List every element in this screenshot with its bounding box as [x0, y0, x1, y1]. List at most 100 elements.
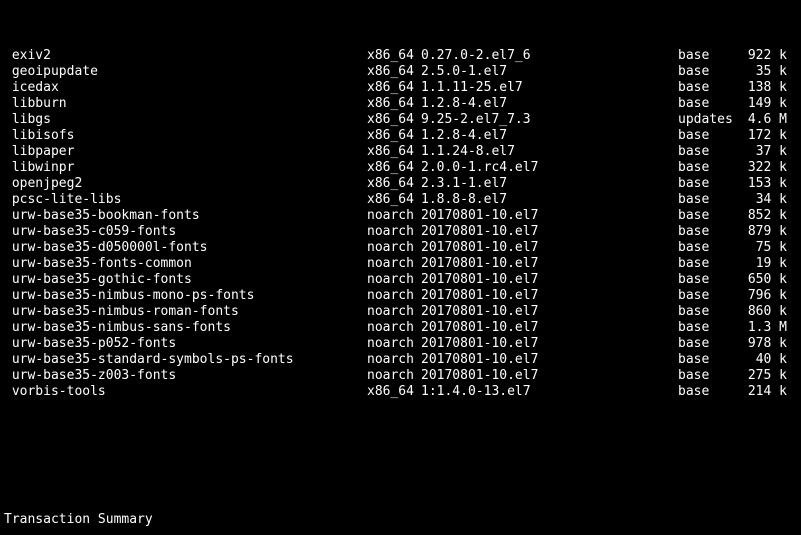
pkg-name: exiv2 — [4, 48, 367, 64]
table-row: icedaxx86_641.1.11-25.el7base138 k — [4, 80, 797, 96]
pkg-repo: base — [678, 224, 741, 240]
pkg-name: vorbis-tools — [4, 384, 367, 400]
pkg-size: 19 k — [741, 256, 787, 272]
pkg-arch: x86_64 — [367, 384, 421, 400]
pkg-size: 4.6 M — [741, 112, 787, 128]
table-row: libgsx86_649.25-2.el7_7.3updates4.6 M — [4, 112, 797, 128]
terminal-screen: exiv2x86_640.27.0-2.el7_6base922 k geoip… — [0, 0, 801, 535]
table-row: exiv2x86_640.27.0-2.el7_6base922 k — [4, 48, 797, 64]
pkg-name: libburn — [4, 96, 367, 112]
pkg-name: urw-base35-z003-fonts — [4, 368, 367, 384]
pkg-arch: x86_64 — [367, 96, 421, 112]
pkg-version: 20170801-10.el7 — [421, 224, 678, 240]
pkg-version: 20170801-10.el7 — [421, 368, 678, 384]
package-list: exiv2x86_640.27.0-2.el7_6base922 k geoip… — [4, 48, 797, 400]
pkg-size: 37 k — [741, 144, 787, 160]
table-row: urw-base35-c059-fontsnoarch20170801-10.e… — [4, 224, 797, 240]
pkg-name: urw-base35-c059-fonts — [4, 224, 367, 240]
table-row: urw-base35-nimbus-mono-ps-fontsnoarch201… — [4, 288, 797, 304]
pkg-name: libpaper — [4, 144, 367, 160]
pkg-version: 20170801-10.el7 — [421, 208, 678, 224]
pkg-name: urw-base35-fonts-common — [4, 256, 367, 272]
pkg-repo: updates — [678, 112, 741, 128]
table-row: libwinprx86_642.0.0-1.rc4.el7base322 k — [4, 160, 797, 176]
pkg-size: 275 k — [741, 368, 787, 384]
pkg-arch: noarch — [367, 240, 421, 256]
table-row: urw-base35-d050000l-fontsnoarch20170801-… — [4, 240, 797, 256]
table-row: vorbis-toolsx86_641:1.4.0-13.el7base214 … — [4, 384, 797, 400]
pkg-repo: base — [678, 304, 741, 320]
pkg-version: 20170801-10.el7 — [421, 288, 678, 304]
pkg-name: urw-base35-nimbus-mono-ps-fonts — [4, 288, 367, 304]
pkg-version: 2.5.0-1.el7 — [421, 64, 678, 80]
pkg-name: urw-base35-p052-fonts — [4, 336, 367, 352]
pkg-name: icedax — [4, 80, 367, 96]
pkg-name: geoipupdate — [4, 64, 367, 80]
table-row: urw-base35-z003-fontsnoarch20170801-10.e… — [4, 368, 797, 384]
pkg-repo: base — [678, 256, 741, 272]
table-row: urw-base35-nimbus-sans-fontsnoarch201708… — [4, 320, 797, 336]
pkg-arch: noarch — [367, 272, 421, 288]
pkg-size: 322 k — [741, 160, 787, 176]
pkg-arch: noarch — [367, 208, 421, 224]
pkg-version: 20170801-10.el7 — [421, 336, 678, 352]
pkg-size: 922 k — [741, 48, 787, 64]
pkg-name: urw-base35-nimbus-sans-fonts — [4, 320, 367, 336]
pkg-version: 20170801-10.el7 — [421, 256, 678, 272]
pkg-repo: base — [678, 240, 741, 256]
pkg-arch: x86_64 — [367, 48, 421, 64]
pkg-repo: base — [678, 80, 741, 96]
pkg-arch: noarch — [367, 288, 421, 304]
pkg-size: 978 k — [741, 336, 787, 352]
pkg-repo: base — [678, 336, 741, 352]
pkg-repo: base — [678, 144, 741, 160]
pkg-size: 860 k — [741, 304, 787, 320]
pkg-repo: base — [678, 48, 741, 64]
table-row: urw-base35-bookman-fontsnoarch20170801-1… — [4, 208, 797, 224]
pkg-name: openjpeg2 — [4, 176, 367, 192]
pkg-arch: x86_64 — [367, 160, 421, 176]
pkg-name: urw-base35-nimbus-roman-fonts — [4, 304, 367, 320]
pkg-version: 20170801-10.el7 — [421, 352, 678, 368]
pkg-repo: base — [678, 320, 741, 336]
pkg-name: urw-base35-gothic-fonts — [4, 272, 367, 288]
pkg-size: 796 k — [741, 288, 787, 304]
pkg-version: 1.1.24-8.el7 — [421, 144, 678, 160]
pkg-version: 1.8.8-8.el7 — [421, 192, 678, 208]
pkg-size: 153 k — [741, 176, 787, 192]
pkg-size: 172 k — [741, 128, 787, 144]
pkg-arch: x86_64 — [367, 112, 421, 128]
pkg-version: 20170801-10.el7 — [421, 272, 678, 288]
table-row: urw-base35-nimbus-roman-fontsnoarch20170… — [4, 304, 797, 320]
pkg-arch: x86_64 — [367, 144, 421, 160]
pkg-arch: noarch — [367, 368, 421, 384]
pkg-version: 1.1.11-25.el7 — [421, 80, 678, 96]
pkg-arch: noarch — [367, 336, 421, 352]
pkg-repo: base — [678, 176, 741, 192]
pkg-repo: base — [678, 64, 741, 80]
pkg-version: 20170801-10.el7 — [421, 240, 678, 256]
table-row: urw-base35-standard-symbols-ps-fontsnoar… — [4, 352, 797, 368]
pkg-arch: noarch — [367, 320, 421, 336]
pkg-size: 650 k — [741, 272, 787, 288]
pkg-repo: base — [678, 384, 741, 400]
pkg-size: 40 k — [741, 352, 787, 368]
pkg-arch: noarch — [367, 304, 421, 320]
pkg-arch: noarch — [367, 256, 421, 272]
pkg-size: 852 k — [741, 208, 787, 224]
pkg-arch: x86_64 — [367, 176, 421, 192]
table-row: geoipupdatex86_642.5.0-1.el7base35 k — [4, 64, 797, 80]
pkg-repo: base — [678, 368, 741, 384]
pkg-repo: base — [678, 288, 741, 304]
table-row: libburnx86_641.2.8-4.el7base149 k — [4, 96, 797, 112]
pkg-version: 1:1.4.0-13.el7 — [421, 384, 678, 400]
pkg-size: 149 k — [741, 96, 787, 112]
pkg-name: libisofs — [4, 128, 367, 144]
pkg-name: urw-base35-bookman-fonts — [4, 208, 367, 224]
pkg-name: urw-base35-d050000l-fonts — [4, 240, 367, 256]
pkg-repo: base — [678, 352, 741, 368]
table-row: urw-base35-gothic-fontsnoarch20170801-10… — [4, 272, 797, 288]
pkg-version: 2.0.0-1.rc4.el7 — [421, 160, 678, 176]
table-row: urw-base35-p052-fontsnoarch20170801-10.e… — [4, 336, 797, 352]
pkg-arch: x86_64 — [367, 128, 421, 144]
